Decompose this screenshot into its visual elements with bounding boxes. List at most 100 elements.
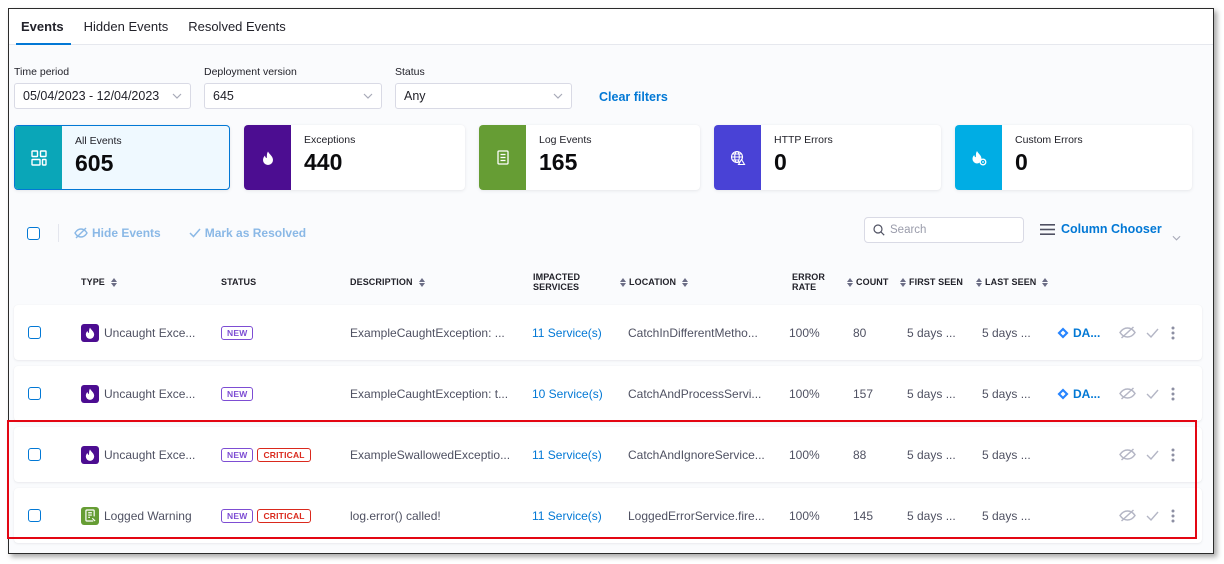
column-header-first-seen[interactable]: FIRST SEEN (900, 267, 963, 297)
last-seen-cell: 5 days ... (982, 305, 1031, 360)
status-cell: NEW (221, 366, 257, 421)
card-title: HTTP Errors (774, 134, 833, 146)
sort-icon[interactable] (976, 277, 982, 287)
clear-filters-link[interactable]: Clear filters (599, 90, 668, 104)
column-header-last-seen[interactable]: LAST SEEN (976, 267, 1049, 297)
card-value: 440 (304, 149, 343, 175)
row-checkbox[interactable] (28, 326, 41, 339)
impacted-services-link[interactable]: 11 Service(s) (532, 448, 602, 462)
card-all-events[interactable]: All Events 605 (14, 125, 230, 190)
table-row[interactable]: Uncaught Exce... NEW CRITICAL ExampleSwal… (14, 427, 1202, 482)
description-cell: log.error() called! (350, 488, 441, 543)
hide-event-button[interactable] (1119, 326, 1136, 339)
more-options-button[interactable] (1171, 448, 1175, 462)
check-icon (1146, 328, 1159, 338)
status-select[interactable]: Any (395, 83, 572, 109)
count-cell: 157 (853, 366, 873, 421)
error-rate-cell: 100% (789, 488, 820, 543)
tab-events[interactable]: Events (14, 9, 71, 45)
type-cell: Uncaught Exce... (81, 427, 195, 482)
sort-icon[interactable] (418, 277, 425, 287)
count-cell: 145 (853, 488, 873, 543)
resolve-event-button[interactable] (1146, 328, 1159, 338)
hide-event-button[interactable] (1119, 448, 1136, 461)
globe-warning-icon (714, 125, 761, 190)
column-label: COUNT (856, 276, 889, 287)
deployment-version-select[interactable]: 645 (204, 83, 382, 109)
table-row[interactable]: Uncaught Exce... NEW ExampleCaughtExcept… (14, 305, 1202, 360)
description-cell: ExampleCaughtException: ... (350, 305, 505, 360)
deployment-version-filter: Deployment version 645 (204, 66, 382, 109)
services-cell: 11 Service(s) (532, 488, 602, 543)
resolve-event-button[interactable] (1146, 511, 1159, 521)
more-options-button[interactable] (1171, 509, 1175, 523)
chevron-down-icon (363, 91, 373, 101)
flame-icon (81, 445, 99, 464)
column-chooser-button[interactable]: Column Chooser (1040, 222, 1162, 236)
chevron-down-icon[interactable] (1172, 228, 1181, 246)
hide-event-button[interactable] (1119, 509, 1136, 522)
last-seen-text: 5 days ... (982, 508, 1031, 523)
filter-bar: Time period 05/04/2023 - 12/04/2023 Depl… (14, 66, 668, 109)
row-checkbox[interactable] (28, 509, 41, 522)
ticket-link[interactable]: DA... (1057, 326, 1100, 340)
row-checkbox[interactable] (28, 448, 41, 461)
eye-off-icon (1119, 448, 1136, 461)
last-seen-text: 5 days ... (982, 386, 1031, 401)
search-input[interactable] (890, 224, 1010, 236)
more-vertical-icon (1171, 509, 1175, 522)
column-header-error-rate: ERROR RATE (792, 267, 832, 297)
description-text: ExampleCaughtException: t... (350, 386, 509, 401)
deployment-version-value: 645 (213, 89, 234, 103)
column-header-count[interactable]: COUNT (847, 267, 889, 297)
table-row[interactable]: Logged Warning NEW CRITICAL log.error() c… (14, 488, 1202, 543)
column-header-type[interactable]: TYPE (81, 267, 117, 297)
sort-icon[interactable] (847, 277, 853, 287)
resolve-event-button[interactable] (1146, 389, 1159, 399)
sort-icon[interactable] (620, 277, 626, 287)
column-label: DESCRIPTION (350, 276, 413, 287)
search-box (864, 217, 1024, 243)
card-title: Custom Errors (1015, 134, 1083, 146)
table-row[interactable]: Uncaught Exce... NEW ExampleCaughtExcept… (14, 366, 1202, 421)
deployment-version-label: Deployment version (204, 66, 297, 78)
column-header-description[interactable]: DESCRIPTION (350, 267, 425, 297)
more-options-button[interactable] (1171, 326, 1175, 340)
check-icon (189, 228, 201, 238)
column-label: LOCATION (629, 276, 677, 287)
type-text: Uncaught Exce... (104, 325, 196, 340)
card-log-events[interactable]: Log Events 165 (479, 125, 700, 190)
status-cell: NEW (221, 305, 257, 360)
impacted-services-link[interactable]: 11 Service(s) (532, 326, 602, 340)
ticket-link[interactable]: DA... (1057, 387, 1100, 401)
sort-icon[interactable] (900, 277, 906, 287)
column-header-status: STATUS (221, 267, 256, 297)
column-label: IMPACTED SERVICES (533, 271, 581, 293)
time-period-value: 05/04/2023 - 12/04/2023 (23, 89, 160, 103)
hide-event-button[interactable] (1119, 387, 1136, 400)
sort-icon[interactable] (110, 277, 117, 287)
resolve-event-button[interactable] (1146, 450, 1159, 460)
count-cell: 88 (853, 427, 866, 482)
location-cell: CatchAndProcessServi... (628, 366, 761, 421)
mark-resolved-button[interactable]: Mark as Resolved (189, 226, 306, 240)
card-exceptions[interactable]: Exceptions 440 (244, 125, 465, 190)
column-header-location[interactable]: LOCATION (620, 267, 689, 297)
location-cell: CatchInDifferentMetho... (628, 305, 758, 360)
card-custom-errors[interactable]: Custom Errors 0 (955, 125, 1192, 190)
more-options-button[interactable] (1171, 387, 1175, 401)
sort-icon[interactable] (1042, 277, 1049, 287)
tab-hidden-events[interactable]: Hidden Events (77, 9, 176, 44)
sort-icon[interactable] (682, 277, 689, 287)
hide-events-button[interactable]: Hide Events (74, 226, 161, 240)
impacted-services-link[interactable]: 11 Service(s) (532, 509, 602, 523)
select-all-checkbox[interactable] (27, 226, 40, 240)
time-period-select[interactable]: 05/04/2023 - 12/04/2023 (14, 83, 191, 109)
count-text: 88 (853, 447, 867, 462)
document-icon (479, 125, 526, 190)
card-http-errors[interactable]: HTTP Errors 0 (714, 125, 941, 190)
type-text: Uncaught Exce... (104, 386, 196, 401)
impacted-services-link[interactable]: 10 Service(s) (532, 387, 603, 401)
row-checkbox[interactable] (28, 387, 41, 400)
tab-resolved-events[interactable]: Resolved Events (181, 9, 293, 44)
